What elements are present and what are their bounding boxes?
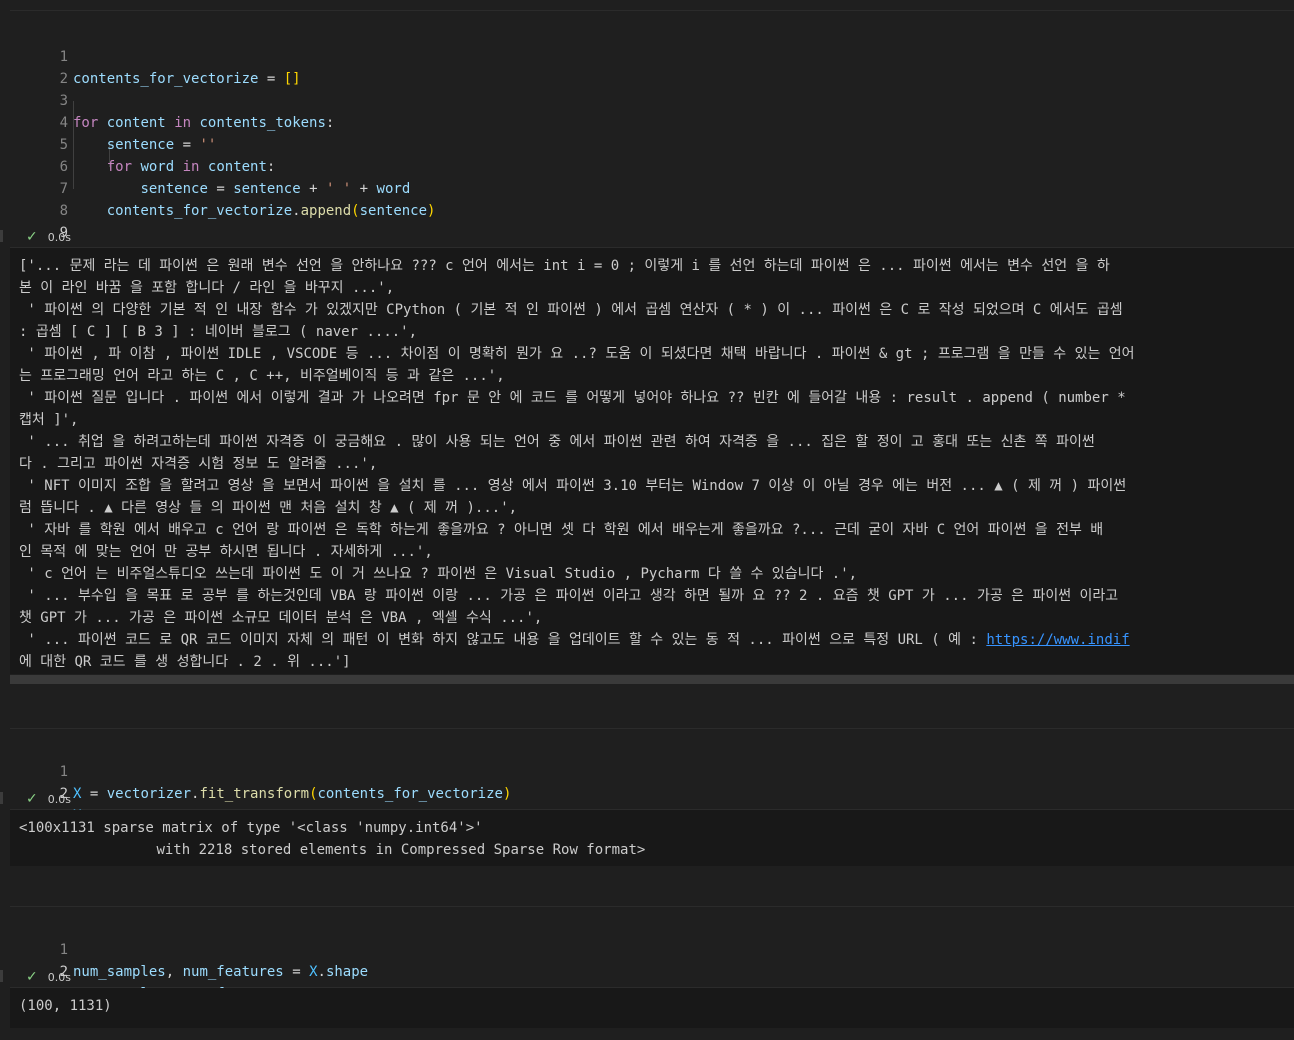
cell-edge-marker: [0, 230, 3, 242]
execution-status: ✓ 0.0s: [26, 789, 71, 809]
output-line: 본 이 라인 바꿈 을 포함 합니다 / 라인 을 바꾸지 ...',: [19, 280, 395, 296]
output-line: with 2218 stored elements in Compressed …: [89, 842, 646, 858]
line-number: 1: [59, 49, 68, 65]
code-line[interactable]: 2 X: [10, 761, 82, 824]
cell-output-1: ['... 문제 라는 데 파이썬 은 원래 변수 선언 을 안하나요 ??? …: [10, 248, 1294, 674]
code-line[interactable]: 2: [10, 46, 68, 87]
execution-status: ✓ 0.0s: [26, 227, 71, 247]
code-text[interactable]: for word in content:: [73, 156, 276, 178]
code-text[interactable]: contents_for_vectorize = []: [73, 68, 301, 90]
check-icon: ✓: [26, 969, 38, 985]
cell-output-2: <100x1131 sparse matrix of type '<class …: [10, 810, 1294, 866]
cell-edge-marker: [0, 970, 3, 982]
output-line: 다 . 그리고 파이썬 자격증 시험 정보 도 알려줄 ...',: [19, 456, 378, 472]
check-icon: ✓: [26, 229, 38, 245]
cell-edge-marker: [0, 792, 3, 804]
code-line[interactable]: 9 contents_for_vectorize[:10]: [10, 200, 301, 263]
output-line: ' 파이썬 , 파 이참 , 파이썬 IDLE , VSCODE 등 ... 차…: [19, 346, 1135, 362]
line-number: 1: [59, 942, 68, 958]
output-line: ' 파이썬 의 다양한 기본 적 인 내장 함수 가 있겠지만 CPython …: [19, 302, 1123, 318]
code-cell-3[interactable]: 1 num_samples, num_features = X.shape 2 …: [10, 906, 1294, 1002]
output-line: 에 대한 QR 코드 를 생 성합니다 . 2 . 위 ...']: [19, 654, 351, 670]
code-cell-2[interactable]: 1 X = vectorizer.fit_transform(contents_…: [10, 728, 1294, 824]
code-line[interactable]: 2 num_samples, num_features: [10, 939, 284, 1002]
output-line: ' c 언어 는 비주얼스튜디오 쓰는데 파이썬 도 이 거 쓰나요 ? 파이썬…: [19, 566, 858, 582]
code-text[interactable]: for content in contents_tokens:: [73, 112, 334, 134]
check-icon: ✓: [26, 791, 38, 807]
line-number: 8: [59, 203, 68, 219]
output-line: ' NFT 이미지 조합 을 할려고 영상 을 보면서 파이썬 을 설치 를 .…: [19, 478, 1127, 494]
line-number: 7: [59, 181, 68, 197]
output-line: ' ... 부수입 을 목표 로 공부 를 하는것인데 VBA 랑 파이썬 이랑…: [19, 588, 1119, 604]
output-link[interactable]: https://www.indif: [986, 632, 1129, 648]
code-line[interactable]: 4 sentence = '': [10, 90, 217, 153]
output-line: <100x1131 sparse matrix of type '<class …: [19, 820, 483, 836]
code-line[interactable]: 8: [10, 178, 68, 219]
output-line: : 곱셈 [ C ] [ B 3 ] : 네이버 블로그 ( naver ...…: [19, 324, 418, 340]
code-line[interactable]: 5 for word in content:: [10, 112, 276, 175]
code-line[interactable]: 1 X = vectorizer.fit_transform(contents_…: [10, 739, 512, 802]
output-line: ' ... 취업 을 하려고하는데 파이썬 자격증 이 궁금해요 . 많이 사용…: [19, 434, 1095, 450]
code-line[interactable]: 6 sentence = sentence + ' ' + word: [10, 134, 411, 197]
line-number: 1: [59, 764, 68, 780]
code-text[interactable]: sentence = '': [73, 134, 217, 156]
code-text[interactable]: num_samples, num_features = X.shape: [73, 961, 368, 983]
code-cell-1[interactable]: 1 contents_for_vectorize = [] 2 3 for co…: [10, 10, 1294, 263]
cell-output-3: (100, 1131): [10, 988, 1294, 1028]
output-text: ' ... 파이썬 코드 로 QR 코드 이미지 자체 의 패턴 이 변화 하지…: [19, 632, 987, 648]
line-number: 4: [59, 115, 68, 131]
output-line: (100, 1131): [19, 998, 112, 1014]
code-text[interactable]: sentence = sentence + ' ' + word: [73, 178, 410, 200]
execution-time: 0.0s: [47, 971, 71, 984]
code-text[interactable]: X = vectorizer.fit_transform(contents_fo…: [73, 783, 511, 805]
code-line[interactable]: 1 contents_for_vectorize = []: [10, 24, 301, 87]
execution-time: 0.0s: [47, 793, 71, 806]
output-line: ['... 문제 라는 데 파이썬 은 원래 변수 선언 을 안하나요 ??? …: [19, 258, 1110, 274]
output-line: 럼 뜹니다 . ▲ 다른 영상 들 의 파이썬 맨 처음 설치 창 ▲ ( 제 …: [19, 500, 518, 516]
line-number: 2: [59, 71, 68, 87]
line-number: 3: [59, 93, 68, 109]
output-line: ' ... 파이썬 코드 로 QR 코드 이미지 자체 의 패턴 이 변화 하지…: [19, 629, 1129, 651]
output-line: ' 자바 를 학원 에서 배우고 c 언어 랑 파이썬 은 독학 하는게 좋을까…: [19, 522, 1104, 538]
line-number: 6: [59, 159, 68, 175]
output-line: 캡처 ]',: [19, 412, 79, 428]
code-line[interactable]: 3 for content in contents_tokens:: [10, 68, 335, 131]
horizontal-scrollbar[interactable]: [10, 675, 1294, 684]
line-number: 5: [59, 137, 68, 153]
code-text[interactable]: contents_for_vectorize.append(sentence): [73, 200, 436, 222]
execution-time: 0.0s: [47, 231, 71, 244]
code-line[interactable]: 1 num_samples, num_features = X.shape: [10, 917, 369, 980]
execution-status: ✓ 0.0s: [26, 967, 71, 987]
output-line: 챗 GPT 가 ... 가공 은 파이썬 소규모 데이터 분석 은 VBA , …: [19, 610, 543, 626]
output-line: 인 목적 에 맞는 언어 만 공부 하시면 됩니다 . 자세하게 ...',: [19, 544, 433, 560]
output-line: ' 파이썬 질문 입니다 . 파이썬 에서 이렇게 결과 가 나오려면 fpr …: [19, 390, 1126, 406]
output-line: 는 프로그래밍 언어 라고 하는 C , C ++, 비주얼베이직 등 과 같은…: [19, 368, 505, 384]
code-line[interactable]: 7 contents_for_vectorize.append(sentence…: [10, 156, 436, 219]
